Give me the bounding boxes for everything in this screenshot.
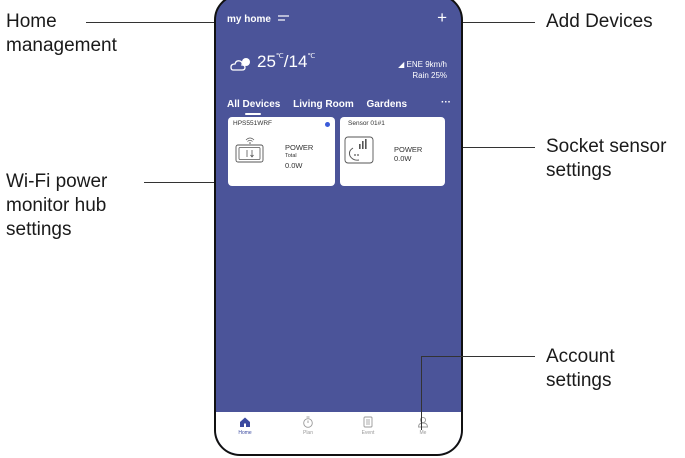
device-name: HPS551WRF [233,120,273,127]
callout-wifi-hub: Wi-Fi power monitor hub settings [6,170,107,242]
socket-sensor-icon [344,135,376,170]
tab-gardens[interactable]: Gardens [367,99,408,110]
nav-me[interactable]: Me [408,416,438,436]
cloudy-icon [230,56,254,77]
callout-home-management: Home management [6,10,117,58]
callout-socket-sensor: Socket sensor settings [546,135,666,183]
online-status-dot [325,122,330,127]
power-label: POWER [394,145,423,154]
more-tabs-button[interactable]: ··· [441,97,451,108]
callout-line: settings [546,370,612,391]
add-device-button[interactable]: + [437,8,447,28]
tab-all-devices[interactable]: All Devices [227,99,280,115]
nav-label: Plan [302,430,313,436]
home-icon [240,417,250,427]
power-sublabel: Total [285,153,297,159]
power-label: POWER [285,143,314,152]
temp-unit: ℃ [307,53,316,60]
power-readout: POWER Total 0.0W [285,143,313,170]
temp-unit: ℃ [275,53,284,60]
wind-arrow-icon: ◢ [398,60,407,69]
power-value: 0.0W [394,154,412,163]
callout-line: settings [6,219,72,240]
callout-line: management [6,35,117,56]
rain-text: Rain 25% [412,71,447,80]
hub-icon [235,134,265,169]
temperature: 25℃/14℃ [257,52,316,71]
wind-text: ENE 9km/h [406,60,447,69]
device-card-hub[interactable]: HPS551WRF POWER Total 0.0W [228,117,335,186]
callout-add-devices: Add Devices [546,10,653,34]
event-icon [363,416,373,428]
nav-label: Event [361,430,375,436]
leader-line [421,356,422,430]
leader-line [421,356,535,357]
device-name: Sensor 01#1 [348,120,385,127]
callout-line: settings [546,160,612,181]
leader-line [86,22,234,23]
nav-plan[interactable]: Plan [293,416,323,436]
home-selector[interactable]: my home [227,14,289,25]
nav-home[interactable]: Home [230,416,260,436]
phone-screen: my home + 25℃/14℃ ◢ ENE 9km/h Rain 25% A… [214,0,463,456]
callout-line: Socket sensor [546,136,667,157]
power-value: 0.0W [285,161,303,170]
bottom-nav: Home Plan Event Me [216,412,461,454]
callout-account: Account settings [546,345,615,393]
timer-icon [303,416,313,428]
menu-icon [277,14,289,25]
temp-low: 14 [288,52,308,71]
tab-living-room[interactable]: Living Room [293,99,354,110]
callout-line: monitor hub [6,195,107,216]
room-tabs: All Devices Living Room Gardens ··· [227,97,451,115]
weather-details: ◢ ENE 9km/h Rain 25% [398,59,447,81]
callout-line: Account [546,346,615,367]
nav-event[interactable]: Event [353,416,383,436]
temp-high: 25 [257,52,276,71]
callout-line: Wi-Fi power [6,171,108,192]
nav-label: Home [238,430,252,436]
device-card-sensor[interactable]: Sensor 01#1 POWER 0.0W [340,117,445,186]
nav-label: Me [419,430,427,436]
callout-line: Add Devices [546,11,653,32]
power-readout: POWER 0.0W [394,145,422,163]
home-name: my home [227,14,271,26]
user-icon [418,416,428,428]
